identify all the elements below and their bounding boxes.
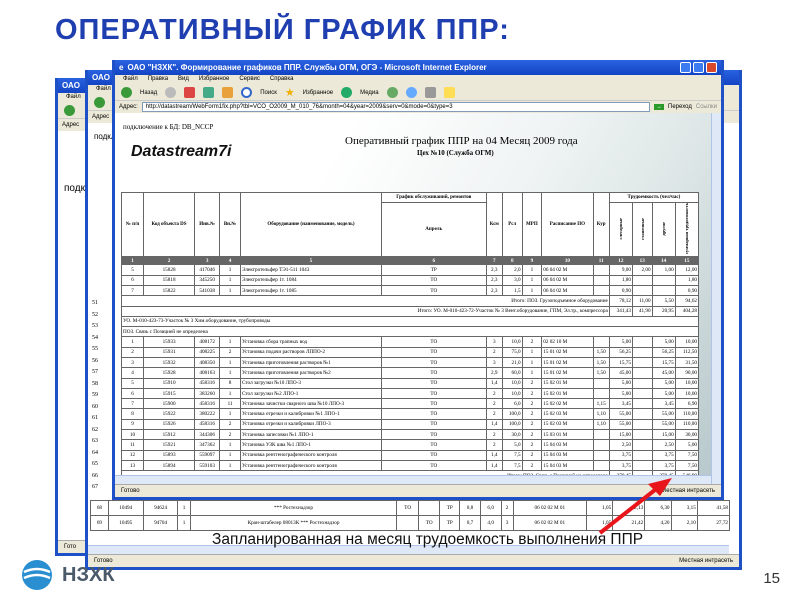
logo-icon — [22, 560, 52, 590]
red-arrow — [598, 478, 672, 535]
page-number: 15 — [763, 570, 780, 587]
company-logo: НЗХК — [20, 558, 115, 592]
logo-text: НЗХК — [62, 563, 115, 586]
